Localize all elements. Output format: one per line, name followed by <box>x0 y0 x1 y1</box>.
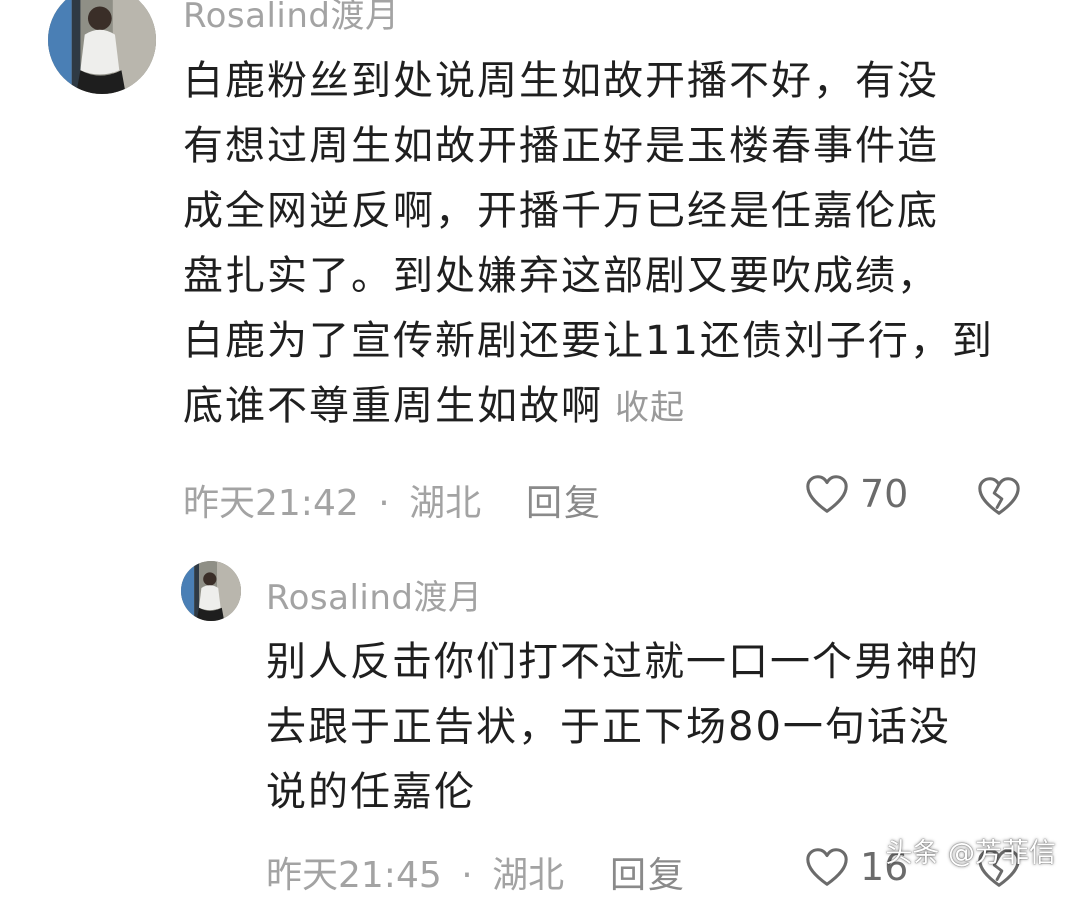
heart-outline-icon <box>806 848 848 886</box>
comment-location: 湖北 <box>492 855 565 896</box>
comment-line: 白鹿为了宣传新剧还要让11还债刘子行，到 <box>183 318 994 364</box>
avatar-photo <box>181 561 241 621</box>
reply-button[interactable]: 回复 <box>610 846 686 898</box>
avatar[interactable] <box>48 0 156 94</box>
meta-separator: · <box>378 483 390 524</box>
like-button[interactable]: 70 <box>804 472 908 516</box>
comment-text: 别人反击你们打不过就一口一个男神的 去跟于正告状，于正下场80一句话没 说的任嘉… <box>266 630 980 825</box>
comment-time: 昨天21:45 <box>266 855 442 896</box>
comment-meta: 昨天21:45 · 湖北 <box>266 846 564 898</box>
collapse-link[interactable]: 收起 <box>615 388 685 428</box>
comment-line-text: 底谁不尊重周生如故啊 <box>183 383 603 429</box>
comment-line: 有想过周生如故开播正好是玉楼春事件造 <box>183 123 939 169</box>
comment-location: 湖北 <box>409 483 482 524</box>
comment-meta: 昨天21:42 · 湖北 <box>183 474 481 526</box>
broken-heart-icon <box>978 477 1020 515</box>
comment-text: 白鹿粉丝到处说周生如故开播不好，有没 有想过周生如故开播正好是玉楼春事件造 成全… <box>183 49 994 441</box>
username[interactable]: Rosalind渡月 <box>266 570 482 619</box>
meta-separator: · <box>461 855 473 896</box>
like-count: 70 <box>860 472 909 516</box>
comment-line: 白鹿粉丝到处说周生如故开播不好，有没 <box>183 58 939 104</box>
comment-line: 去跟于正告状，于正下场80一句话没 <box>266 704 951 750</box>
reply-button[interactable]: 回复 <box>526 474 602 526</box>
comment-line-last: 底谁不尊重周生如故啊 收起 <box>183 374 994 441</box>
comment-line: 说的任嘉伦 <box>266 769 476 815</box>
avatar-photo <box>48 0 156 94</box>
avatar[interactable] <box>181 561 241 621</box>
comment-line: 成全网逆反啊，开播千万已经是任嘉伦底 <box>183 188 939 234</box>
username[interactable]: Rosalind渡月 <box>183 0 399 37</box>
comment-line: 别人反击你们打不过就一口一个男神的 <box>266 639 980 685</box>
watermark: 头条 @芳菲信 <box>885 838 1056 869</box>
dislike-button[interactable] <box>976 474 1022 518</box>
comment-time: 昨天21:42 <box>183 483 359 524</box>
heart-outline-icon <box>806 475 848 513</box>
comment-line: 盘扎实了。到处嫌弃这部剧又要吹成绩， <box>183 253 939 299</box>
